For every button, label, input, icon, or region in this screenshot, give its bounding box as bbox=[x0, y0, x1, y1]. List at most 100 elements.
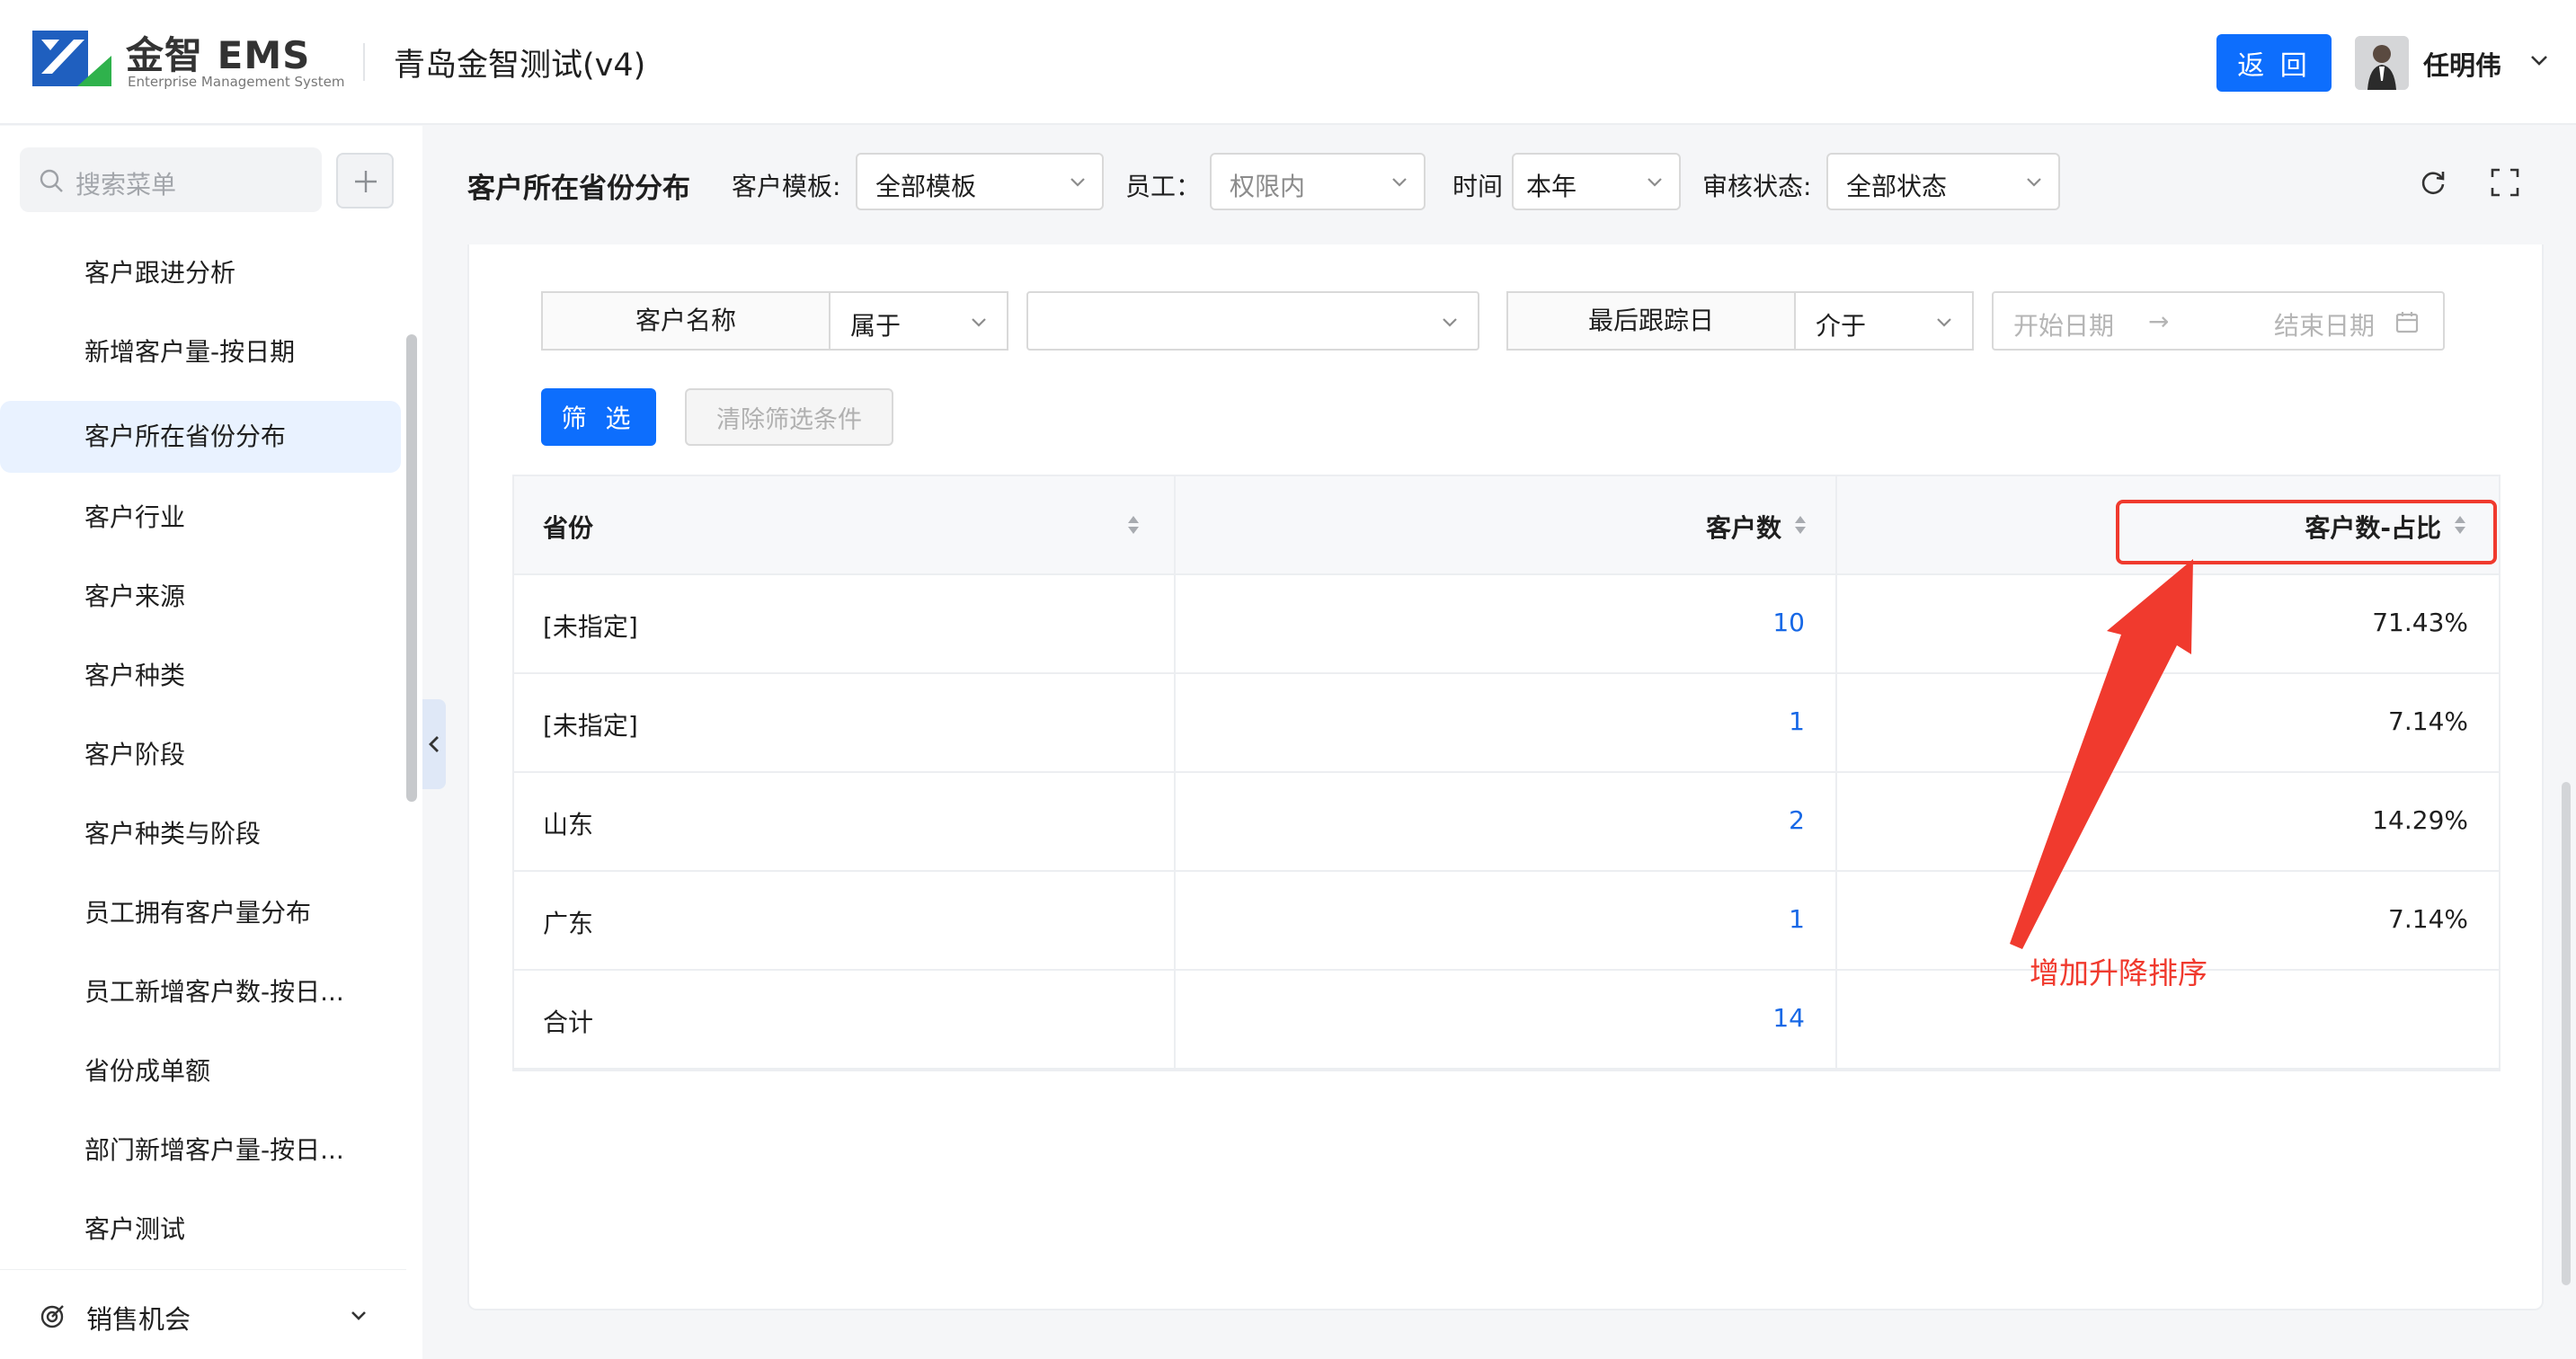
employee-select[interactable]: 权限内 bbox=[1210, 153, 1426, 210]
report-title: 客户所在省份分布 bbox=[467, 173, 690, 205]
count-cell: 1 bbox=[1176, 872, 1837, 969]
logo-mark-icon bbox=[32, 31, 111, 86]
sidebar-collapse-toggle[interactable] bbox=[422, 699, 446, 789]
sort-icon[interactable] bbox=[1125, 512, 1141, 537]
sidebar-item-type-and-stage[interactable]: 客户种类与阶段 bbox=[0, 798, 401, 870]
ratio-value: 71.43% bbox=[2372, 608, 2468, 637]
template-select-value: 全部模板 bbox=[875, 172, 977, 201]
employee-select-value: 权限内 bbox=[1230, 172, 1306, 201]
apply-filter-button[interactable]: 筛 选 bbox=[541, 388, 656, 446]
total-label: 合计 bbox=[543, 1008, 594, 1037]
sidebar-item-customer-test[interactable]: 客户测试 bbox=[0, 1194, 401, 1266]
count-link[interactable]: 1 bbox=[1789, 706, 1805, 736]
sidebar: 搜索菜单 客户跟进分析 新增客户量-按日期 客户所在省份分布 客户行业 客户来源… bbox=[0, 126, 422, 1359]
chevron-down-icon bbox=[1443, 318, 1457, 327]
column-header-customer-count[interactable]: 客户数 bbox=[1176, 476, 1837, 573]
annotation-highlight-box bbox=[2116, 500, 2497, 564]
count-cell: 10 bbox=[1176, 575, 1837, 672]
time-select-value: 本年 bbox=[1526, 172, 1577, 201]
sidebar-item-employee-new-by-date[interactable]: 员工新增客户数-按日... bbox=[0, 956, 401, 1028]
time-filter-label: 时间 bbox=[1452, 172, 1504, 201]
count-cell: 1 bbox=[1176, 674, 1837, 771]
condition-operator-select[interactable]: 属于 bbox=[829, 291, 1008, 351]
header-divider bbox=[363, 43, 365, 81]
ratio-value: 14.29% bbox=[2372, 805, 2468, 835]
sidebar-item-followup-analysis[interactable]: 客户跟进分析 bbox=[0, 237, 401, 309]
user-name[interactable]: 任明伟 bbox=[2423, 45, 2501, 83]
chevron-down-icon bbox=[2027, 178, 2041, 187]
app-root: 金智 EMS Enterprise Management System 青岛金智… bbox=[0, 0, 2576, 1359]
target-icon bbox=[40, 1305, 64, 1328]
date-operator-value: 介于 bbox=[1816, 311, 1867, 341]
menu-search-input[interactable]: 搜索菜单 bbox=[20, 147, 322, 212]
column-header-province[interactable]: 省份 bbox=[514, 476, 1176, 573]
back-button[interactable]: 返 回 bbox=[2216, 34, 2332, 92]
sidebar-scrollbar[interactable] bbox=[406, 334, 417, 802]
ratio-value: 7.14% bbox=[2388, 706, 2468, 736]
audit-filter-label: 审核状态: bbox=[1702, 172, 1812, 201]
province-value: [未指定] bbox=[543, 711, 638, 741]
count-link[interactable]: 1 bbox=[1789, 904, 1805, 934]
employee-filter-label: 员工： bbox=[1125, 172, 1202, 201]
customer-name-value-select[interactable] bbox=[1026, 291, 1479, 351]
chevron-down-icon[interactable] bbox=[2526, 47, 2553, 74]
sidebar-group-label: 销售机会 bbox=[86, 1304, 191, 1335]
top-header: 金智 EMS Enterprise Management System 青岛金智… bbox=[0, 0, 2576, 125]
sidebar-item-type[interactable]: 客户种类 bbox=[0, 640, 401, 712]
sidebar-item-industry[interactable]: 客户行业 bbox=[0, 482, 401, 554]
total-count-link[interactable]: 14 bbox=[1772, 1003, 1805, 1033]
chevron-left-icon bbox=[429, 736, 439, 752]
province-cell: [未指定] bbox=[514, 575, 1176, 672]
plus-icon bbox=[355, 171, 377, 192]
page-scrollbar[interactable] bbox=[2562, 782, 2571, 1285]
user-portrait-icon bbox=[2355, 36, 2409, 90]
sidebar-item-province-deal-amount[interactable]: 省份成单额 bbox=[0, 1035, 401, 1107]
province-value: [未指定] bbox=[543, 612, 638, 642]
company-title: 青岛金智测试(v4) bbox=[394, 48, 646, 84]
date-range-picker[interactable]: 开始日期 → 结束日期 bbox=[1992, 291, 2445, 351]
search-icon bbox=[40, 169, 63, 192]
date-operator-select[interactable]: 介于 bbox=[1794, 291, 1974, 351]
audit-status-select[interactable]: 全部状态 bbox=[1826, 153, 2060, 210]
add-menu-button[interactable] bbox=[336, 153, 394, 209]
refresh-icon[interactable] bbox=[2418, 167, 2448, 198]
chevron-down-icon bbox=[351, 1311, 366, 1320]
chevron-down-icon bbox=[1937, 318, 1951, 327]
sidebar-item-department-new-by-date[interactable]: 部门新增客户量-按日... bbox=[0, 1115, 401, 1186]
province-value: 山东 bbox=[543, 810, 594, 839]
time-select[interactable]: 本年 bbox=[1512, 153, 1681, 210]
clear-filter-button[interactable]: 清除筛选条件 bbox=[685, 388, 893, 446]
condition-operator-value: 属于 bbox=[850, 311, 902, 341]
sidebar-item-new-customers-by-date[interactable]: 新增客户量-按日期 bbox=[0, 316, 401, 388]
report-filter-bar: 客户所在省份分布 客户模板: 全部模板 员工： 权限内 时间 本年 审核状态: … bbox=[446, 126, 2576, 243]
annotation-note: 增加升降排序 bbox=[2030, 955, 2207, 990]
search-placeholder: 搜索菜单 bbox=[76, 170, 177, 200]
report-content-card: 客户名称 属于 最后跟踪日 介于 开始日期 → 结束日期 筛 选 清除筛选条件 … bbox=[467, 244, 2544, 1310]
sidebar-item-source[interactable]: 客户来源 bbox=[0, 561, 401, 633]
condition-field-last-follow-date: 最后跟踪日 bbox=[1506, 291, 1796, 351]
sidebar-item-employee-customers[interactable]: 员工拥有客户量分布 bbox=[0, 877, 401, 949]
condition-field-customer-name: 客户名称 bbox=[541, 291, 831, 351]
total-count-cell: 14 bbox=[1176, 971, 1837, 1068]
total-label-cell: 合计 bbox=[514, 971, 1176, 1068]
avatar[interactable] bbox=[2355, 36, 2409, 90]
chevron-down-icon bbox=[972, 318, 986, 327]
template-select[interactable]: 全部模板 bbox=[856, 153, 1104, 210]
province-cell: 山东 bbox=[514, 773, 1176, 870]
count-link[interactable]: 10 bbox=[1772, 608, 1805, 637]
calendar-icon bbox=[2395, 312, 2419, 333]
annotation-arrow-icon bbox=[2010, 559, 2193, 949]
ratio-value: 7.14% bbox=[2388, 904, 2468, 934]
sidebar-item-province-distribution[interactable]: 客户所在省份分布 bbox=[0, 401, 401, 473]
end-date-placeholder[interactable]: 结束日期 bbox=[2274, 306, 2375, 342]
sort-icon[interactable] bbox=[1792, 512, 1808, 537]
sidebar-group-sales-opportunity[interactable]: 销售机会 bbox=[0, 1269, 406, 1359]
template-filter-label: 客户模板: bbox=[732, 172, 841, 201]
audit-select-value: 全部状态 bbox=[1846, 172, 1948, 201]
fullscreen-icon[interactable] bbox=[2490, 167, 2520, 198]
start-date-placeholder[interactable]: 开始日期 bbox=[2013, 306, 2114, 342]
count-link[interactable]: 2 bbox=[1789, 805, 1805, 835]
brand-logo[interactable]: 金智 EMS Enterprise Management System bbox=[32, 27, 344, 92]
sidebar-item-stage[interactable]: 客户阶段 bbox=[0, 719, 401, 791]
column-header-label: 客户数 bbox=[1705, 513, 1781, 543]
